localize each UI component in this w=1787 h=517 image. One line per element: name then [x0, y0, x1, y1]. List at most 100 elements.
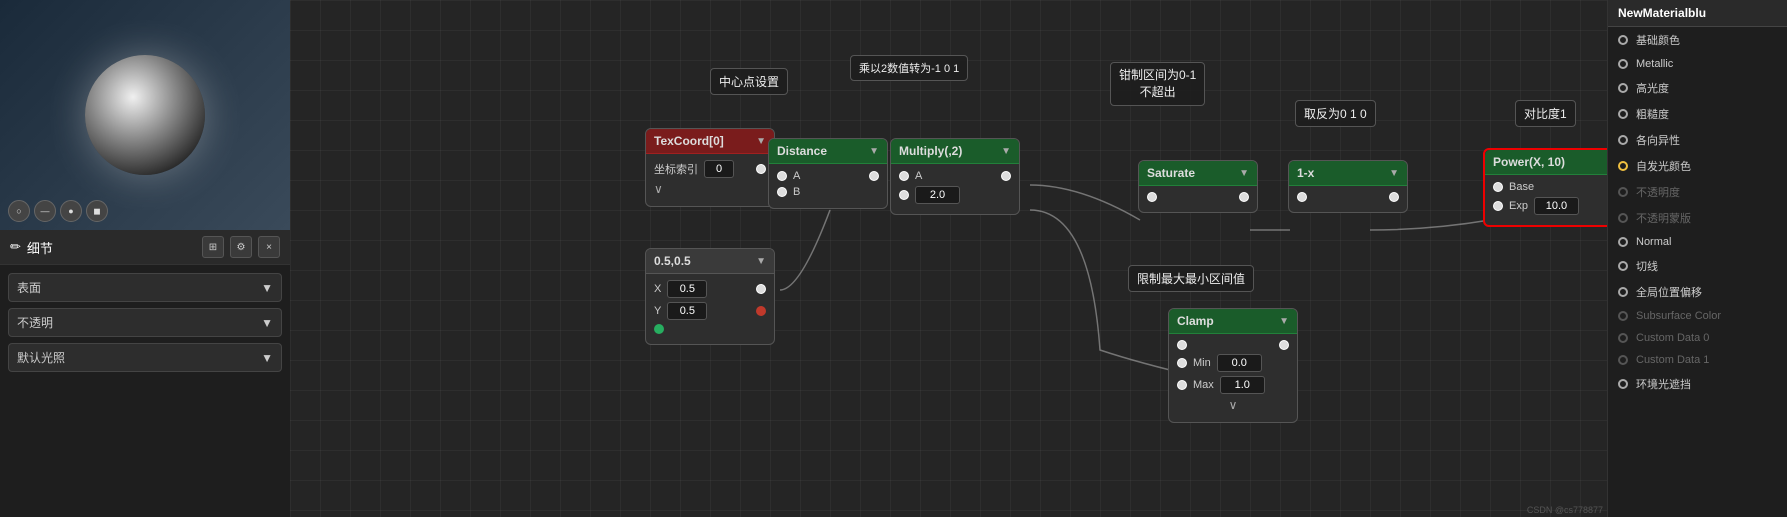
node-const[interactable]: 0.5,0.5 ▼ X Y [645, 248, 775, 345]
custom1-label: Custom Data 1 [1636, 354, 1709, 366]
material-item-normal[interactable]: Normal [1608, 231, 1787, 253]
node-distance-header[interactable]: Distance ▼ [769, 139, 887, 164]
material-item-subsurface[interactable]: Subsurface Color [1608, 305, 1787, 327]
node-const-header[interactable]: 0.5,0.5 ▼ [646, 249, 774, 274]
material-item-specular[interactable]: 高光度 [1608, 75, 1787, 101]
panel-header: ✏ 细节 ⊞ ⚙ × [0, 230, 290, 265]
material-item-aniso[interactable]: 各向异性 [1608, 127, 1787, 153]
node-clamp-title: Clamp [1177, 314, 1214, 328]
material-item-emissive[interactable]: 自发光颜色 [1608, 153, 1787, 179]
lighting-dropdown[interactable]: 默认光照 ▼ [8, 343, 282, 372]
node-oneminusx-header[interactable]: 1-x ▼ [1289, 161, 1407, 186]
material-item-roughness[interactable]: 粗糙度 [1608, 101, 1787, 127]
node-multiply-header[interactable]: Multiply(,2) ▼ [891, 139, 1019, 164]
node-texcoord-expand[interactable]: ▼ [756, 136, 766, 147]
material-item-opacity-mask[interactable]: 不透明蒙版 [1608, 205, 1787, 231]
preview-shape-1[interactable]: ○ [8, 200, 30, 222]
const-y-pin[interactable] [756, 306, 766, 316]
saturate-in-pin[interactable] [1147, 192, 1157, 202]
node-saturate-expand[interactable]: ▼ [1239, 168, 1249, 179]
right-panel-title: NewMaterialblu [1608, 0, 1787, 27]
oneminusx-in-pin[interactable] [1297, 192, 1307, 202]
node-distance-title: Distance [777, 144, 827, 158]
distance-a-in-pin[interactable] [777, 171, 787, 181]
multiply-b-input[interactable] [915, 186, 960, 204]
node-texcoord-header[interactable]: TexCoord[0] ▼ [646, 129, 774, 154]
opacity-arrow: ▼ [261, 316, 273, 330]
material-item-ao[interactable]: 环境光遮挡 [1608, 371, 1787, 397]
material-item-tangent[interactable]: 切线 [1608, 253, 1787, 279]
node-clamp[interactable]: Clamp ▼ Min Max ∨ [1168, 308, 1298, 423]
node-saturate[interactable]: Saturate ▼ [1138, 160, 1258, 213]
const-out-pin[interactable] [654, 324, 664, 334]
node-const-expand[interactable]: ▼ [756, 256, 766, 267]
saturate-out-pin[interactable] [1239, 192, 1249, 202]
node-texcoord[interactable]: TexCoord[0] ▼ 坐标索引 ∨ [645, 128, 775, 207]
material-items-list: 基础颜色 Metallic 高光度 粗糙度 各向异性 自发光颜色 不透明度 不 [1608, 27, 1787, 397]
clamp-max-input[interactable] [1220, 376, 1265, 394]
node-distance-expand[interactable]: ▼ [869, 146, 879, 157]
node-distance-a-row: A [777, 170, 879, 182]
settings-button[interactable]: ⚙ [230, 236, 252, 258]
clamp-min-input[interactable] [1217, 354, 1262, 372]
material-item-custom1[interactable]: Custom Data 1 [1608, 349, 1787, 371]
node-saturate-header[interactable]: Saturate ▼ [1139, 161, 1257, 186]
opacity-label: 不透明度 [1636, 184, 1680, 200]
material-item-world-offset[interactable]: 全局位置偏移 [1608, 279, 1787, 305]
node-multiply-expand[interactable]: ▼ [1001, 146, 1011, 157]
material-item-opacity[interactable]: 不透明度 [1608, 179, 1787, 205]
node-clamp-expand-row: ∨ [1177, 398, 1289, 412]
distance-out-pin[interactable] [869, 171, 879, 181]
opacity-dot [1618, 187, 1628, 197]
clamp-expand2[interactable]: ∨ [1229, 398, 1238, 412]
multiply-a-in-pin[interactable] [899, 171, 909, 181]
texcoord-index-input[interactable] [704, 160, 734, 178]
node-oneminusx-expand[interactable]: ▼ [1389, 168, 1399, 179]
preview-shape-2[interactable]: — [34, 200, 56, 222]
opacity-dropdown[interactable]: 不透明 ▼ [8, 308, 282, 337]
node-power-header[interactable]: Power(X, 10) ▼ [1485, 150, 1607, 175]
material-canvas[interactable]: 中心点设置 乘以2数值转为-1 0 1 钳制区间为0-1不超出 取反为0 1 0… [290, 0, 1607, 517]
clamp-max-label: Max [1193, 379, 1214, 391]
clamp-max-pin[interactable] [1177, 380, 1187, 390]
material-item-metallic[interactable]: Metallic [1608, 53, 1787, 75]
oneminusx-out-pin[interactable] [1389, 192, 1399, 202]
preview-shape-3[interactable]: ● [60, 200, 82, 222]
multiply-b-in-pin[interactable] [899, 190, 909, 200]
texcoord-expand2[interactable]: ∨ [654, 182, 663, 196]
node-clamp-header[interactable]: Clamp ▼ [1169, 309, 1297, 334]
const-x-label: X [654, 283, 661, 295]
multiply-out-pin[interactable] [1001, 171, 1011, 181]
node-power[interactable]: Power(X, 10) ▼ Base Exp [1483, 148, 1607, 227]
close-button[interactable]: × [258, 236, 280, 258]
const-x-pin[interactable] [756, 284, 766, 294]
power-exp-input[interactable] [1534, 197, 1579, 215]
clamp-out-pin[interactable] [1279, 340, 1289, 350]
node-power-exp-row: Exp [1493, 197, 1607, 215]
clamp-in-pin[interactable] [1177, 340, 1187, 350]
node-clamp-expand[interactable]: ▼ [1279, 316, 1289, 327]
surface-dropdown[interactable]: 表面 ▼ [8, 273, 282, 302]
material-item-custom0[interactable]: Custom Data 0 [1608, 327, 1787, 349]
texcoord-out-pin[interactable] [756, 164, 766, 174]
preview-area: ○ — ● ◼ [0, 0, 290, 230]
distance-b-in-pin[interactable] [777, 187, 787, 197]
const-x-input[interactable] [667, 280, 707, 298]
node-distance-body: A B [769, 164, 887, 208]
node-distance[interactable]: Distance ▼ A B [768, 138, 888, 209]
clamp-min-pin[interactable] [1177, 358, 1187, 368]
power-exp-in-pin[interactable] [1493, 201, 1503, 211]
node-texcoord-title: TexCoord[0] [654, 134, 724, 148]
const-y-input[interactable] [667, 302, 707, 320]
material-item-base-color[interactable]: 基础颜色 [1608, 27, 1787, 53]
node-oneminusx[interactable]: 1-x ▼ [1288, 160, 1408, 213]
preview-shape-4[interactable]: ◼ [86, 200, 108, 222]
node-distance-b-row: B [777, 186, 879, 198]
opacity-label: 不透明 [17, 314, 53, 331]
node-multiply[interactable]: Multiply(,2) ▼ A [890, 138, 1020, 215]
power-base-in-pin[interactable] [1493, 182, 1503, 192]
power-exp-label: Exp [1509, 200, 1528, 212]
specular-dot [1618, 83, 1628, 93]
node-saturate-body [1139, 186, 1257, 212]
grid-button[interactable]: ⊞ [202, 236, 224, 258]
